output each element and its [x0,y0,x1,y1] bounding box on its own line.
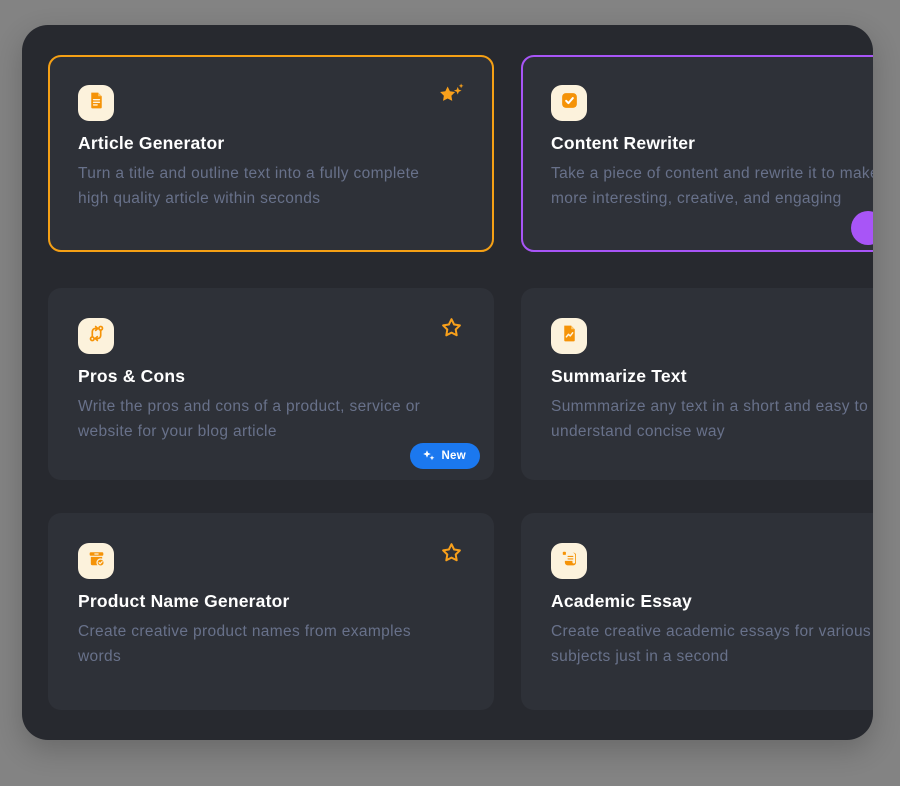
checkbox-icon [559,90,580,116]
new-badge-label: New [441,450,466,462]
scroll-icon [559,548,580,574]
card-description: Create creative product names from examp… [78,619,411,669]
tool-icon-tile [78,318,114,354]
card-title: Pros & Cons [78,366,185,387]
card-description: Write the pros and cons of a product, se… [78,394,420,444]
card-title: Product Name Generator [78,591,290,612]
tool-card-article-generator[interactable]: Article Generator Turn a title and outli… [48,55,494,252]
tool-icon-tile [78,85,114,121]
tool-card-content-rewriter[interactable]: Content Rewriter Take a piece of content… [521,55,873,252]
tool-icon-tile [78,543,114,579]
swap-arrows-icon [86,323,107,349]
article-document-icon [86,90,107,116]
card-title: Article Generator [78,133,224,154]
tool-icon-tile [551,85,587,121]
tool-icon-tile [551,543,587,579]
purple-cursor-dot [851,211,873,245]
favorite-star-outline-icon[interactable] [438,316,464,340]
card-description: Summmarize any text in a short and easy … [551,394,868,444]
tools-grid-panel: Article Generator Turn a title and outli… [22,25,873,740]
card-title: Academic Essay [551,591,692,612]
package-check-icon [86,548,107,574]
sparkle-icon [422,449,435,464]
summary-document-icon [559,323,580,349]
tool-card-academic-essay[interactable]: Academic Essay Create creative academic … [521,513,873,710]
card-title: Content Rewriter [551,133,695,154]
new-badge: New [410,443,480,469]
card-description: Take a piece of content and rewrite it t… [551,161,873,211]
tool-card-pros-and-cons[interactable]: Pros & Cons Write the pros and cons of a… [48,288,494,480]
card-title: Summarize Text [551,366,687,387]
card-description: Turn a title and outline text into a ful… [78,161,419,211]
card-description: Create creative academic essays for vari… [551,619,871,669]
favorite-star-outline-icon[interactable] [438,541,464,565]
tool-card-summarize-text[interactable]: Summarize Text Summmarize any text in a … [521,288,873,480]
tool-icon-tile [551,318,587,354]
tool-card-product-name-generator[interactable]: Product Name Generator Create creative p… [48,513,494,710]
favorite-star-filled-icon[interactable] [438,83,464,107]
